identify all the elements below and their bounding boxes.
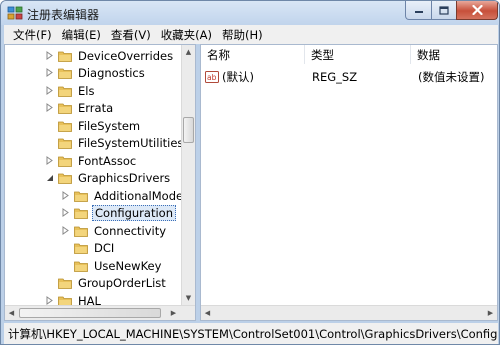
tree-item[interactable]: Configuration	[61, 204, 176, 221]
string-value-icon: ab	[205, 70, 219, 83]
list-scroll-right-arrow-icon[interactable]: ▶	[484, 306, 497, 319]
maximize-icon	[439, 5, 449, 15]
folder-icon	[74, 243, 88, 254]
tree-hscroll-thumb[interactable]	[19, 308, 161, 318]
tree-item-label: Errata	[78, 100, 114, 115]
tree-item-label: AdditionalModel	[94, 188, 187, 203]
close-button[interactable]	[456, 1, 498, 20]
folder-icon	[58, 68, 72, 79]
value-name: (默认)	[222, 69, 254, 84]
tree-item[interactable]: DeviceOverrides	[45, 47, 175, 64]
scroll-up-arrow-icon[interactable]: ▲	[182, 45, 195, 58]
tree-item[interactable]: AdditionalModel	[61, 187, 188, 204]
folder-icon	[58, 86, 72, 97]
tree-item-label: Els	[78, 83, 95, 98]
registry-editor-window: 注册表编辑器 文件(F) 编辑(E) 查看(V) 收藏夹(A) 帮助(H) De…	[0, 0, 500, 345]
no-expander-spacer	[61, 243, 70, 252]
window-title: 注册表编辑器	[27, 8, 100, 22]
expand-arrow-icon[interactable]	[45, 103, 54, 112]
tree-item[interactable]: FileSystemUtilities	[45, 134, 185, 151]
folder-icon	[74, 261, 88, 272]
tree-item[interactable]: Errata	[45, 99, 115, 116]
no-expander-spacer	[45, 278, 54, 287]
folder-icon	[74, 226, 88, 237]
list-scroll-left-arrow-icon[interactable]: ◀	[201, 306, 214, 319]
menu-edit[interactable]: 编辑(E)	[57, 27, 106, 43]
minimize-icon	[414, 11, 423, 13]
value-type: REG_SZ	[312, 69, 358, 84]
registry-tree[interactable]: DeviceOverrides Diagnostics Els Errata FileS…	[4, 44, 196, 321]
minimize-button[interactable]	[405, 1, 432, 20]
tree-item[interactable]: Diagnostics	[45, 64, 147, 81]
folder-icon	[74, 208, 88, 219]
tree-item[interactable]: Els	[45, 82, 96, 99]
tree-item-label: FontAssoc	[78, 153, 137, 168]
no-expander-spacer	[45, 121, 54, 130]
tree-item[interactable]: FileSystem	[45, 117, 142, 134]
no-expander-spacer	[45, 138, 54, 147]
tree-item-label: DeviceOverrides	[78, 48, 174, 63]
folder-icon	[58, 173, 72, 184]
tree-item[interactable]: GroupOrderList	[45, 274, 168, 291]
tree-item-label: Configuration	[92, 204, 176, 221]
tree-item[interactable]: UseNewKey	[61, 257, 163, 274]
registry-editor-icon	[7, 6, 23, 20]
tree-item-label: DCI	[94, 240, 115, 255]
column-header-type[interactable]: 类型	[305, 45, 411, 64]
tree-item[interactable]: Connectivity	[61, 222, 168, 239]
collapse-arrow-icon[interactable]	[45, 173, 54, 182]
list-horizontal-scrollbar[interactable]: ◀ ▶	[201, 305, 497, 320]
scroll-right-arrow-icon[interactable]: ▶	[167, 306, 180, 319]
column-header-name[interactable]: 名称	[201, 45, 305, 64]
maximize-button[interactable]	[431, 1, 457, 20]
expand-arrow-icon[interactable]	[61, 226, 70, 235]
expand-arrow-icon[interactable]	[45, 86, 54, 95]
menu-help[interactable]: 帮助(H)	[217, 27, 268, 43]
tree-item-label: GroupOrderList	[78, 275, 166, 290]
folder-icon	[58, 156, 72, 167]
no-expander-spacer	[61, 261, 70, 270]
column-header-data[interactable]: 数据	[411, 45, 497, 64]
tree-item-label: FileSystemUtilities	[78, 135, 184, 150]
expand-arrow-icon[interactable]	[45, 68, 54, 77]
folder-icon	[58, 103, 72, 114]
tree-item[interactable]: GraphicsDrivers	[45, 169, 172, 186]
status-bar: 计算机\HKEY_LOCAL_MACHINE\SYSTEM\ControlSet…	[4, 323, 498, 344]
tree-item-label: Diagnostics	[78, 65, 145, 80]
tree-vertical-scrollbar[interactable]: ▲ ▼	[181, 45, 195, 305]
tree-item-label: FileSystem	[78, 118, 141, 133]
close-icon	[471, 5, 483, 15]
tree-horizontal-scrollbar[interactable]: ◀ ▶	[5, 305, 195, 320]
scroll-left-arrow-icon[interactable]: ◀	[5, 306, 18, 319]
folder-icon	[58, 138, 72, 149]
tree-item[interactable]: DCI	[61, 239, 116, 256]
current-key-path: 计算机\HKEY_LOCAL_MACHINE\SYSTEM\ControlSet…	[8, 326, 498, 341]
tree-item[interactable]: FontAssoc	[45, 152, 138, 169]
folder-icon	[74, 191, 88, 202]
menu-favorites[interactable]: 收藏夹(A)	[156, 27, 217, 43]
folder-icon	[58, 278, 72, 289]
folder-icon	[58, 51, 72, 62]
tree-item-label: UseNewKey	[94, 258, 162, 273]
expand-arrow-icon[interactable]	[45, 296, 54, 305]
values-list[interactable]: 名称 类型 数据 ab (默认) REG_SZ (数值未设置) ◀ ▶	[200, 44, 498, 321]
menu-view[interactable]: 查看(V)	[106, 27, 156, 43]
title-bar[interactable]: 注册表编辑器	[1, 1, 499, 25]
expand-arrow-icon[interactable]	[45, 51, 54, 60]
tree-item-label: Connectivity	[94, 223, 167, 238]
expand-arrow-icon[interactable]	[61, 191, 70, 200]
tree-scroll-thumb[interactable]	[183, 117, 194, 143]
expand-arrow-icon[interactable]	[61, 208, 70, 217]
value-row[interactable]: ab (默认) REG_SZ (数值未设置)	[205, 68, 484, 85]
menu-bar: 文件(F) 编辑(E) 查看(V) 收藏夹(A) 帮助(H)	[4, 25, 498, 44]
expand-arrow-icon[interactable]	[45, 156, 54, 165]
scroll-down-arrow-icon[interactable]: ▼	[182, 291, 195, 304]
menu-file[interactable]: 文件(F)	[8, 27, 57, 43]
tree-item-label: GraphicsDrivers	[78, 170, 171, 185]
value-data: (数值未设置)	[418, 69, 485, 84]
svg-text:ab: ab	[207, 73, 217, 82]
folder-icon	[58, 121, 72, 132]
